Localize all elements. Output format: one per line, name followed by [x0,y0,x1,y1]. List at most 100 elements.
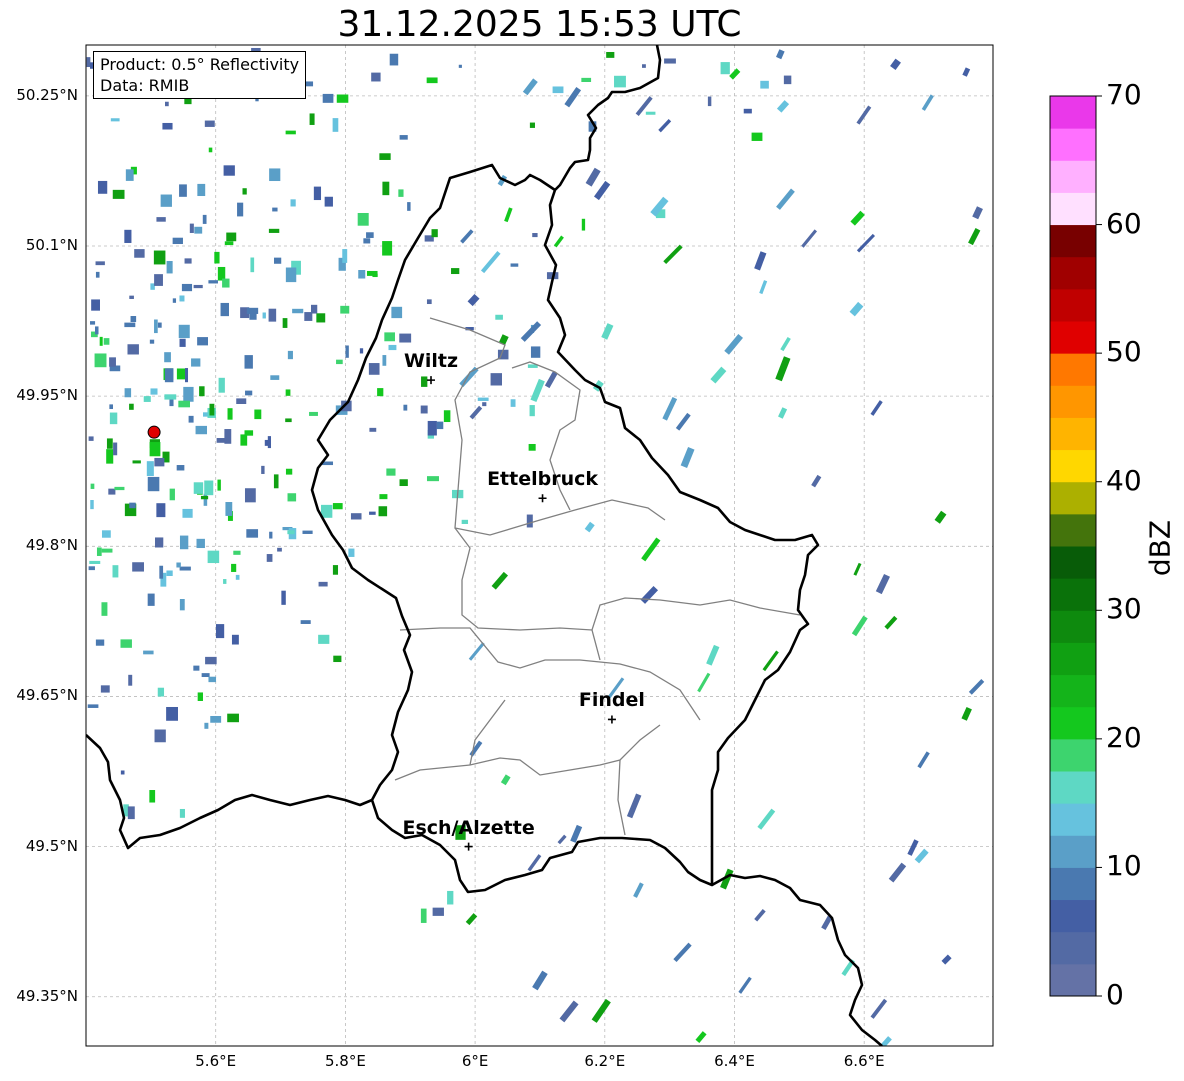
radar-echo-cell [246,307,259,314]
lon-tick-label: 6.6°E [843,1052,885,1070]
radar-echo-cell [90,321,96,325]
radar-echo-cell [129,295,134,299]
city-marker [538,494,547,503]
radar-echo-cell [281,590,286,605]
radar-echo-cell [420,405,428,414]
radar-echo-cell [236,398,247,404]
radar-echo-cell [447,890,454,905]
radar-echo-cell [225,502,233,516]
radar-echo-cell [662,396,678,421]
radar-echo-cell [208,676,217,683]
lat-tick-label: 49.8°N [25,536,78,555]
map-grid [86,45,993,1046]
radar-echo-cell [100,685,110,693]
radar-echo-cell [208,280,218,284]
radar-echo-cell [626,793,642,819]
colorbar-segment [1050,481,1096,515]
colorbar-segment [1050,224,1096,258]
radar-echo-cell [914,848,929,864]
radar-echo-cell [504,207,513,223]
radar-echo-cell [529,405,535,417]
radar-echo-cell [112,189,125,199]
radar-echo-cell [273,474,279,489]
radar-echo-cell [921,94,934,111]
radar-echo-cell [720,62,730,75]
radar-echo-cell [191,358,201,367]
radar-echo-cell [185,368,189,383]
radar-echo-cell [268,228,280,233]
radar-echo-cell [581,77,592,82]
radar-echo-cell [217,479,221,491]
radar-echo-cell [149,339,155,344]
radar-echo-cell [120,770,125,775]
radar-echo-cell [106,438,113,449]
radar-echo-cell [776,100,790,113]
radar-echo-cell [106,449,114,464]
radar-echo-cell [193,284,203,289]
radar-echo-cell [724,333,744,355]
colorbar-segment [1050,931,1096,965]
radar-echo-cell [207,550,220,564]
radar-echo-cell [875,573,890,595]
colorbar-segment [1050,160,1096,193]
radar-echo-cell [407,202,411,211]
city-label: Esch/Alzette [402,816,535,839]
radar-echo-cell [530,378,545,403]
radar-echo-cell [934,510,947,524]
colorbar-segment [1050,513,1096,547]
radar-echo-cell [199,386,205,397]
radar-echo-cell [172,237,183,245]
radar-echo-cell [762,650,779,672]
radar-echo-cell [510,263,519,267]
radar-echo-cell [113,442,118,456]
lon-tick-label: 5.6°E [195,1052,237,1070]
radar-echo-cell [890,58,901,70]
radar-echo-cell [154,729,166,743]
radar-echo-cell [384,332,395,342]
radar-echo-cell [88,436,94,441]
radar-echo-cell [205,656,217,665]
radar-echo-cell [760,80,769,89]
radar-echo-cell [664,58,676,64]
radar-echo-cell [127,344,139,355]
radar-echo-cell [166,570,173,576]
info-box: Product: 0.5° Reflectivity Data: RMIB [93,51,307,99]
radar-echo-cell [226,232,237,242]
radar-echo-cell [88,566,95,571]
radar-echo-cell [264,439,269,446]
radar-echo-cell [200,495,209,500]
radar-echo-cell [520,321,542,342]
radar-echo-cell [222,278,230,288]
canton-boundary [454,527,801,631]
radar-echo-cell [202,214,207,224]
radar-echo-cell [179,535,189,550]
radar-echo-cell [357,212,369,226]
radar-echo-cell [270,375,280,380]
data-source-label: Data: RMIB [100,76,190,95]
radar-echo-cell [318,581,328,587]
radar-echo-cell [261,465,265,474]
colorbar-segment [1050,674,1096,708]
radar-echo-cell [103,338,110,345]
colorbar-segment [1050,610,1096,643]
radar-echo-cell [277,547,282,552]
radar-echo-cell [157,687,165,697]
radar-echo-cell [309,411,318,416]
radar-echo-cell [350,513,362,520]
radar-echo-cell [287,493,297,502]
radar-echo-cell [94,353,107,368]
lon-tick-label: 6.2°E [584,1052,626,1070]
radar-echo-cell [147,476,160,492]
radar-echo-cell [282,318,288,328]
radar-echo-cell [491,571,509,590]
radar-echo-cell [195,425,208,435]
colorbar-segment [1050,385,1096,418]
radar-echo-cell [285,418,292,423]
radar-echo-cell [398,189,404,197]
city-marker [427,376,436,385]
radar-echo-cell [269,531,273,539]
radar-echo-cell [426,476,439,482]
radar-echo-cell [95,639,105,646]
radar-echo-cell [870,998,888,1019]
radar-echo-cell [559,1000,579,1023]
